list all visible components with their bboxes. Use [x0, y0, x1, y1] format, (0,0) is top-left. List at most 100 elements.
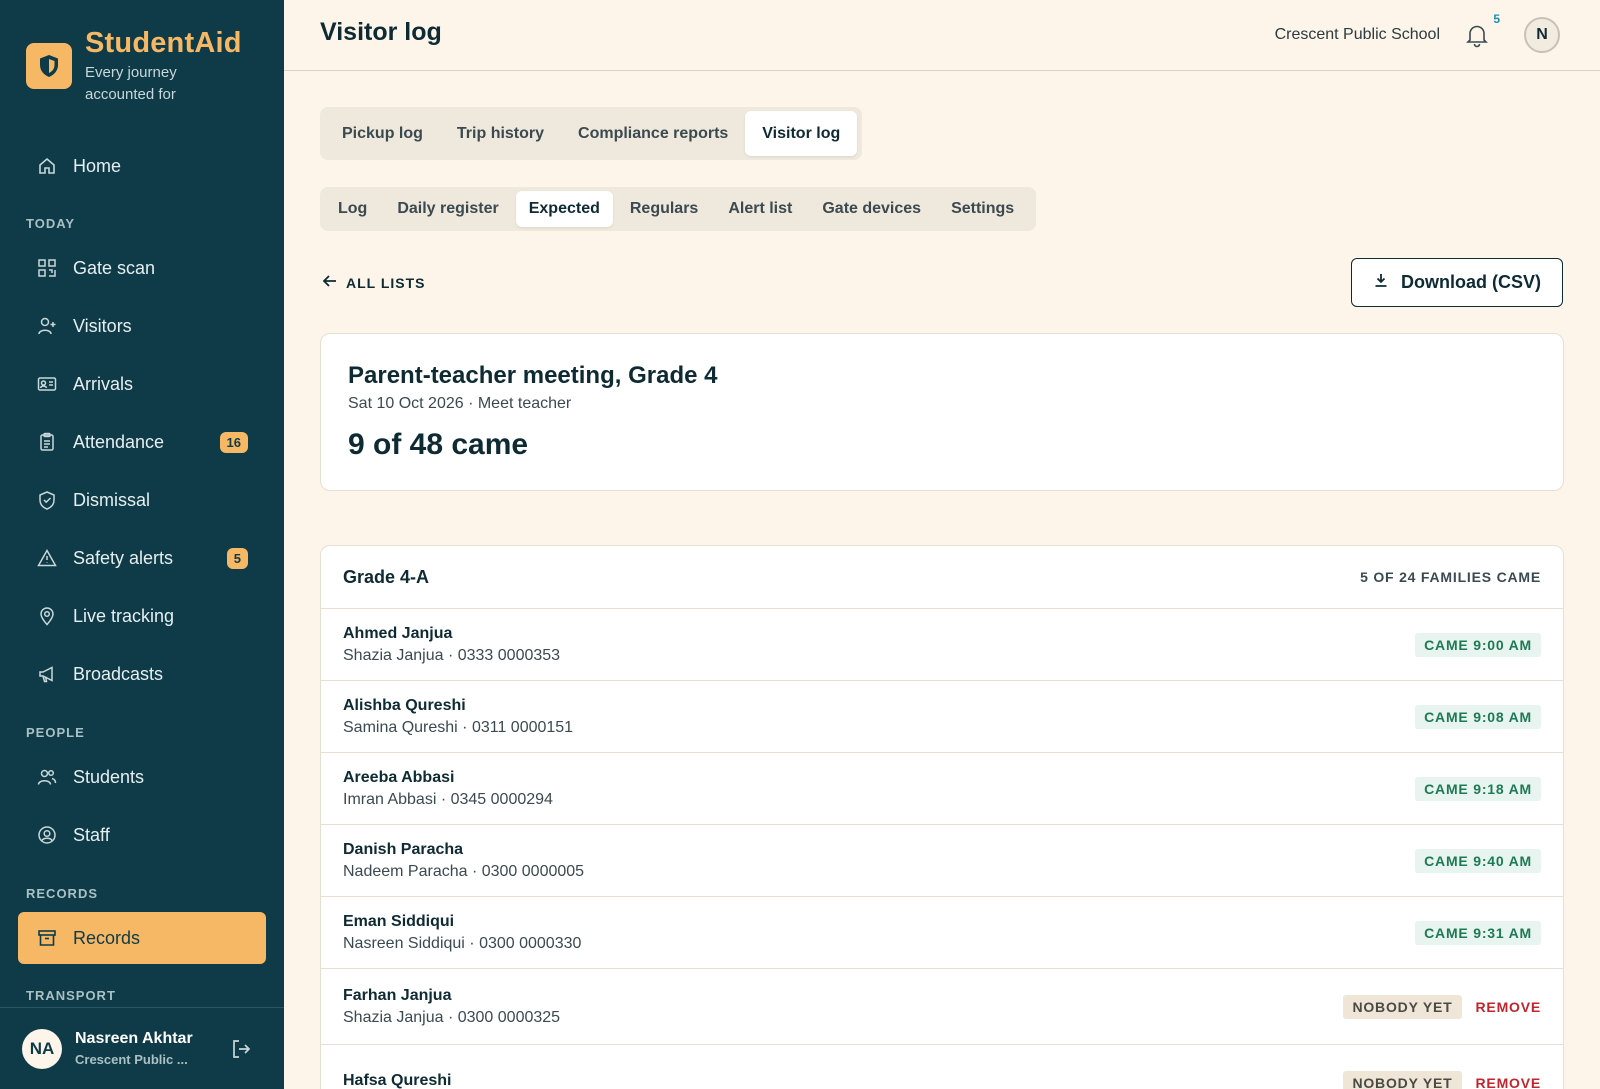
- sidebar-item-broadcasts[interactable]: Broadcasts: [18, 648, 266, 700]
- brand-tagline: accounted for: [85, 86, 176, 103]
- sidebar-item-label: Visitors: [73, 315, 132, 336]
- secondary-tabs: Log Daily register Expected Regulars Ale…: [320, 187, 1037, 231]
- table-row[interactable]: Areeba Abbasi Imran Abbasi · 0345 0000294…: [321, 753, 1563, 825]
- tab-alert-list[interactable]: Alert list: [715, 191, 805, 227]
- status-badge: CAME 9:00 AM: [1415, 632, 1541, 657]
- grade-group-card: Grade 4-A 5 OF 24 FAMILIES CAME Ahmed Ja…: [320, 545, 1564, 1089]
- guardian-contact: Nasreen Siddiqui · 0300 0000330: [343, 934, 582, 952]
- archive-icon: [36, 927, 58, 949]
- sidebar-item-label: Gate scan: [73, 257, 156, 278]
- remove-button[interactable]: REMOVE: [1476, 999, 1541, 1015]
- sidebar-item-arrivals[interactable]: Arrivals: [18, 358, 266, 410]
- map-pin-icon: [36, 605, 58, 627]
- group-title: Grade 4-A: [343, 566, 430, 587]
- tab-pickup-log[interactable]: Pickup log: [325, 111, 440, 156]
- sidebar-item-students[interactable]: Students: [18, 751, 266, 803]
- arrow-left-icon: [322, 273, 346, 292]
- sidebar-item-staff[interactable]: Staff: [18, 809, 266, 861]
- student-name: Areeba Abbasi: [343, 768, 455, 786]
- tab-log[interactable]: Log: [325, 191, 380, 227]
- tab-daily-register[interactable]: Daily register: [384, 191, 511, 227]
- sidebar-item-label: Attendance: [73, 431, 165, 452]
- section-label-transport: TRANSPORT: [26, 988, 116, 1003]
- user-school: Crescent Public ...: [75, 1052, 188, 1067]
- guardian-contact: Nadeem Paracha · 0300 0000005: [343, 862, 585, 880]
- student-name: Eman Siddiqui: [343, 912, 455, 930]
- guardian-contact: Shazia Janjua · 0333 0000353: [343, 646, 561, 664]
- attendance-count: 9 of 48 came: [348, 428, 529, 461]
- status-badge: NOBODY YET: [1343, 1070, 1462, 1089]
- alert-triangle-icon: [36, 547, 58, 569]
- student-name: Ahmed Janjua: [343, 624, 453, 642]
- tab-visitor-log[interactable]: Visitor log: [745, 111, 858, 156]
- sidebar-item-label: Home: [73, 155, 122, 176]
- sidebar-item-label: Live tracking: [73, 605, 175, 626]
- page-title: Visitor log: [320, 18, 442, 46]
- section-label-records: RECORDS: [26, 886, 99, 901]
- safety-alerts-badge: 5: [226, 547, 248, 569]
- tab-expected[interactable]: Expected: [515, 191, 613, 227]
- download-csv-button[interactable]: Download (CSV): [1351, 258, 1563, 307]
- status-badge: CAME 9:40 AM: [1415, 848, 1541, 873]
- student-name: Danish Paracha: [343, 840, 464, 858]
- event-summary-card: Parent-teacher meeting, Grade 4 Sat 10 O…: [320, 333, 1564, 491]
- sidebar-item-label: Broadcasts: [73, 663, 164, 684]
- bell-icon[interactable]: [1464, 22, 1490, 48]
- table-row[interactable]: Farhan Janjua Shazia Janjua · 0300 000032…: [321, 969, 1563, 1045]
- student-name: Hafsa Qureshi: [343, 1071, 452, 1089]
- id-card-icon: [36, 373, 58, 395]
- sidebar-item-label: Staff: [73, 824, 110, 845]
- table-row[interactable]: Danish Paracha Nadeem Paracha · 0300 0000…: [321, 825, 1563, 897]
- sidebar-item-attendance[interactable]: Attendance 16: [18, 416, 266, 468]
- profile-avatar[interactable]: N: [1524, 17, 1560, 53]
- download-label: Download (CSV): [1401, 272, 1541, 292]
- remove-button[interactable]: REMOVE: [1476, 1075, 1541, 1089]
- tab-compliance-reports[interactable]: Compliance reports: [561, 111, 745, 156]
- tab-regulars[interactable]: Regulars: [617, 191, 711, 227]
- sidebar-item-records[interactable]: Records: [18, 912, 266, 964]
- school-name: Crescent Public School: [1274, 26, 1440, 43]
- sidebar-item-safety-alerts[interactable]: Safety alerts 5: [18, 532, 266, 584]
- download-icon: [1373, 272, 1401, 293]
- group-header: Grade 4-A 5 OF 24 FAMILIES CAME: [321, 546, 1563, 609]
- users-icon: [36, 766, 58, 788]
- brand: StudentAid Every journey accounted for: [26, 26, 242, 106]
- top-bar: Visitor log Crescent Public School 5 N: [284, 0, 1600, 71]
- guardian-contact: Imran Abbasi · 0345 0000294: [343, 790, 553, 808]
- event-subtitle: Sat 10 Oct 2026 · Meet teacher: [348, 395, 572, 412]
- home-icon: [36, 155, 58, 177]
- sidebar: StudentAid Every journey accounted for H…: [0, 0, 284, 1089]
- table-row[interactable]: Eman Siddiqui Nasreen Siddiqui · 0300 000…: [321, 897, 1563, 969]
- shield-icon: [26, 43, 72, 89]
- sidebar-item-label: Dismissal: [73, 489, 151, 510]
- sidebar-item-home[interactable]: Home: [18, 140, 266, 192]
- tab-trip-history[interactable]: Trip history: [440, 111, 561, 156]
- brand-name: StudentAid: [85, 27, 242, 59]
- clipboard-icon: [36, 431, 58, 453]
- guardian-contact: Shazia Janjua · 0300 0000325: [343, 1008, 561, 1026]
- all-lists-label: ALL LISTS: [346, 274, 426, 291]
- brand-tagline: Every journey: [85, 64, 177, 81]
- guardian-contact: Samina Qureshi · 0311 0000151: [343, 718, 574, 736]
- status-badge: CAME 9:31 AM: [1415, 920, 1541, 945]
- user-circle-icon: [36, 824, 58, 846]
- sidebar-item-visitors[interactable]: Visitors: [18, 300, 266, 352]
- notification-count: 5: [1493, 12, 1500, 26]
- sidebar-item-label: Students: [73, 766, 145, 787]
- attendance-badge: 16: [219, 431, 248, 453]
- tab-gate-devices[interactable]: Gate devices: [809, 191, 934, 227]
- table-row[interactable]: Ahmed Janjua Shazia Janjua · 0333 0000353…: [321, 609, 1563, 681]
- sidebar-item-gate-scan[interactable]: Gate scan: [18, 242, 266, 294]
- sidebar-item-dismissal[interactable]: Dismissal: [18, 474, 266, 526]
- sidebar-item-label: Records: [73, 927, 141, 948]
- table-row[interactable]: Alishba Qureshi Samina Qureshi · 0311 000…: [321, 681, 1563, 753]
- logout-icon[interactable]: [229, 1037, 253, 1061]
- table-row[interactable]: Hafsa Qureshi NOBODY YET REMOVE: [321, 1045, 1563, 1089]
- tab-settings[interactable]: Settings: [938, 191, 1027, 227]
- user-name: Nasreen Akhtar: [75, 1030, 193, 1047]
- all-lists-link[interactable]: ALL LISTS: [322, 273, 426, 292]
- event-title: Parent-teacher meeting, Grade 4: [348, 362, 718, 389]
- shield-check-icon: [36, 489, 58, 511]
- status-badge: CAME 9:08 AM: [1415, 704, 1541, 729]
- sidebar-item-live-tracking[interactable]: Live tracking: [18, 590, 266, 642]
